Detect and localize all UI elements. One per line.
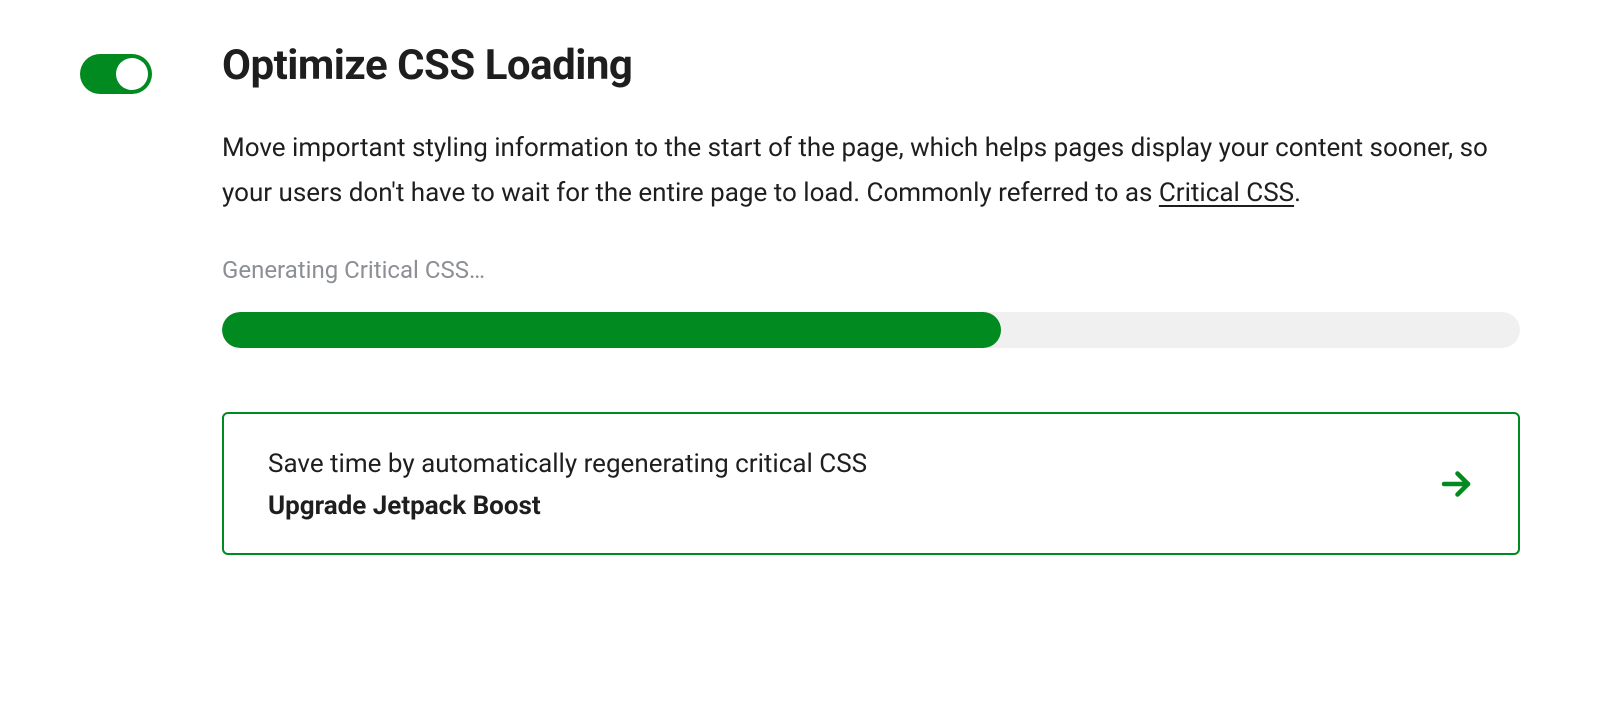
feature-description: Move important styling information to th…	[222, 126, 1520, 215]
feature-description-after: .	[1294, 178, 1301, 208]
optimize-css-toggle[interactable]	[80, 54, 152, 94]
upgrade-cta-line1: Save time by automatically regenerating …	[268, 446, 1438, 484]
progress-status-text: Generating Critical CSS…	[222, 256, 1520, 284]
arrow-right-icon	[1438, 466, 1474, 502]
progress-bar	[222, 312, 1520, 348]
upgrade-cta-line2: Upgrade Jetpack Boost	[268, 491, 1438, 521]
progress-bar-fill	[222, 312, 1001, 348]
feature-title: Optimize CSS Loading	[222, 42, 1520, 90]
critical-css-link[interactable]: Critical CSS	[1159, 178, 1294, 208]
upgrade-cta[interactable]: Save time by automatically regenerating …	[222, 412, 1520, 556]
upgrade-cta-text: Save time by automatically regenerating …	[268, 446, 1438, 522]
toggle-knob	[116, 58, 148, 90]
feature-content: Optimize CSS Loading Move important styl…	[222, 42, 1520, 555]
